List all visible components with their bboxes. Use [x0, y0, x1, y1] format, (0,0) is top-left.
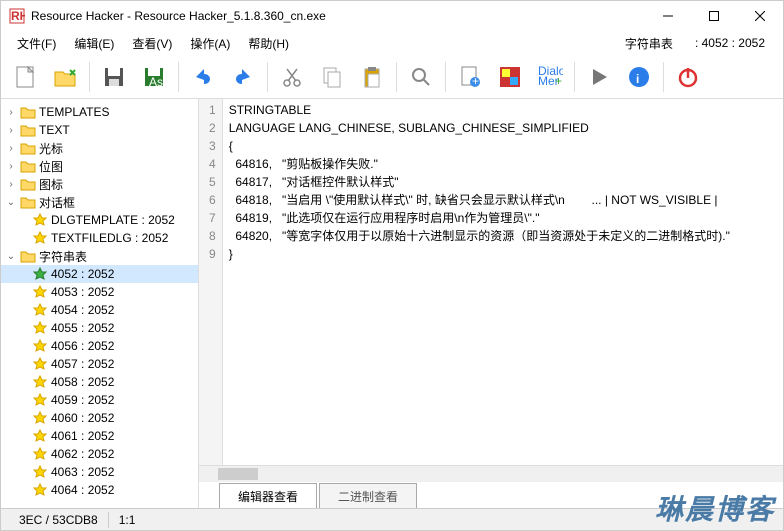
tree-leaf[interactable]: 4056 : 2052 — [1, 337, 198, 355]
tree-node[interactable]: ›TEMPLATES — [1, 103, 198, 121]
search-button[interactable] — [403, 59, 439, 95]
add-resource-button[interactable]: + — [452, 59, 488, 95]
menubar: 文件(F) 编辑(E) 查看(V) 操作(A) 帮助(H) 字符串表 : 405… — [1, 31, 783, 55]
svg-text:RH: RH — [11, 9, 25, 23]
folder-icon — [20, 158, 36, 174]
svg-text:i: i — [636, 72, 639, 86]
folder-icon — [20, 194, 36, 210]
open-button[interactable] — [47, 59, 83, 95]
tree-leaf[interactable]: 4061 : 2052 — [1, 427, 198, 445]
folder-icon — [20, 104, 36, 120]
info-button[interactable]: i — [621, 59, 657, 95]
save-button[interactable] — [96, 59, 132, 95]
svg-text:+: + — [472, 74, 479, 88]
star-icon — [32, 356, 48, 372]
folder-icon — [20, 176, 36, 192]
compile-button[interactable] — [492, 59, 528, 95]
tree-leaf[interactable]: 4057 : 2052 — [1, 355, 198, 373]
tab-editor-view[interactable]: 编辑器查看 — [219, 483, 317, 508]
star-icon — [32, 410, 48, 426]
power-button[interactable] — [670, 59, 706, 95]
folder-icon — [20, 122, 36, 138]
star-icon — [32, 230, 48, 246]
resource-tree[interactable]: ›TEMPLATES›TEXT›光标›位图›图标 ⌄对话框 DLGTEMPLAT… — [1, 99, 199, 508]
tree-leaf[interactable]: 4055 : 2052 — [1, 319, 198, 337]
menu-help[interactable]: 帮助(H) — [240, 33, 297, 54]
code-lines[interactable]: STRINGTABLELANGUAGE LANG_CHINESE, SUBLAN… — [223, 99, 736, 465]
star-icon — [32, 428, 48, 444]
tree-leaf[interactable]: 4064 : 2052 — [1, 481, 198, 499]
status-offset: 3EC / 53CDB8 — [9, 513, 108, 527]
horizontal-scrollbar[interactable] — [199, 465, 783, 482]
titlebar: RH Resource Hacker - Resource Hacker_5.1… — [1, 1, 783, 31]
charset-label: 字符串表 — [615, 33, 683, 54]
paste-button[interactable] — [354, 59, 390, 95]
tree-leaf[interactable]: 4059 : 2052 — [1, 391, 198, 409]
tree-leaf[interactable]: DLGTEMPLATE : 2052 — [1, 211, 198, 229]
copy-button[interactable] — [314, 59, 350, 95]
star-icon — [32, 464, 48, 480]
tree-node-dialog[interactable]: ⌄对话框 — [1, 193, 198, 211]
folder-icon — [20, 140, 36, 156]
code-view[interactable]: 123456789 STRINGTABLELANGUAGE LANG_CHINE… — [199, 99, 783, 465]
tree-leaf[interactable]: 4054 : 2052 — [1, 301, 198, 319]
tree-leaf[interactable]: 4052 : 2052 — [1, 265, 198, 283]
menu-action[interactable]: 操作(A) — [182, 33, 238, 54]
view-tabs: 编辑器查看 二进制查看 — [199, 482, 783, 508]
svg-text:As: As — [149, 75, 163, 89]
undo-button[interactable] — [185, 59, 221, 95]
redo-button[interactable] — [225, 59, 261, 95]
menu-view[interactable]: 查看(V) — [124, 33, 180, 54]
statusbar: 3EC / 53CDB8 1:1 — [1, 508, 783, 530]
tree-leaf[interactable]: 4060 : 2052 — [1, 409, 198, 427]
tree-node[interactable]: ›光标 — [1, 139, 198, 157]
star-icon — [32, 392, 48, 408]
tree-leaf[interactable]: 4058 : 2052 — [1, 373, 198, 391]
main-area: ›TEMPLATES›TEXT›光标›位图›图标 ⌄对话框 DLGTEMPLAT… — [1, 99, 783, 508]
tree-leaf[interactable]: 4062 : 2052 — [1, 445, 198, 463]
tree-leaf[interactable]: TEXTFILEDLG : 2052 — [1, 229, 198, 247]
star-icon — [32, 374, 48, 390]
menu-file[interactable]: 文件(F) — [9, 33, 64, 54]
star-icon — [32, 320, 48, 336]
menu-edit[interactable]: 编辑(E) — [66, 33, 122, 54]
tree-node[interactable]: ›位图 — [1, 157, 198, 175]
dialog-button[interactable]: DialogMer+ — [532, 59, 568, 95]
tree-leaf[interactable]: 4063 : 2052 — [1, 463, 198, 481]
charset-value: : 4052 : 2052 — [685, 34, 775, 52]
folder-icon — [20, 248, 36, 264]
close-button[interactable] — [737, 1, 783, 31]
star-icon — [32, 212, 48, 228]
star-icon — [32, 284, 48, 300]
status-cursor-pos: 1:1 — [109, 513, 146, 527]
star-icon — [32, 338, 48, 354]
tree-node[interactable]: ›TEXT — [1, 121, 198, 139]
star-icon — [32, 446, 48, 462]
tab-binary-view[interactable]: 二进制查看 — [319, 483, 417, 508]
play-button[interactable] — [581, 59, 617, 95]
cut-button[interactable] — [274, 59, 310, 95]
minimize-button[interactable] — [645, 1, 691, 31]
tree-leaf[interactable]: 4053 : 2052 — [1, 283, 198, 301]
line-gutter: 123456789 — [199, 99, 223, 465]
new-button[interactable] — [7, 59, 43, 95]
editor-pane: 123456789 STRINGTABLELANGUAGE LANG_CHINE… — [199, 99, 783, 508]
toolbar: As + DialogMer+ i — [1, 55, 783, 99]
saveas-button[interactable]: As — [136, 59, 172, 95]
window-title: Resource Hacker - Resource Hacker_5.1.8.… — [31, 9, 645, 23]
tree-node[interactable]: ›图标 — [1, 175, 198, 193]
maximize-button[interactable] — [691, 1, 737, 31]
star-icon — [32, 482, 48, 498]
tree-node-stringtable[interactable]: ⌄字符串表 — [1, 247, 198, 265]
greenstar-icon — [32, 266, 48, 282]
star-icon — [32, 302, 48, 318]
svg-text:+: + — [555, 74, 562, 88]
app-icon: RH — [9, 8, 25, 24]
